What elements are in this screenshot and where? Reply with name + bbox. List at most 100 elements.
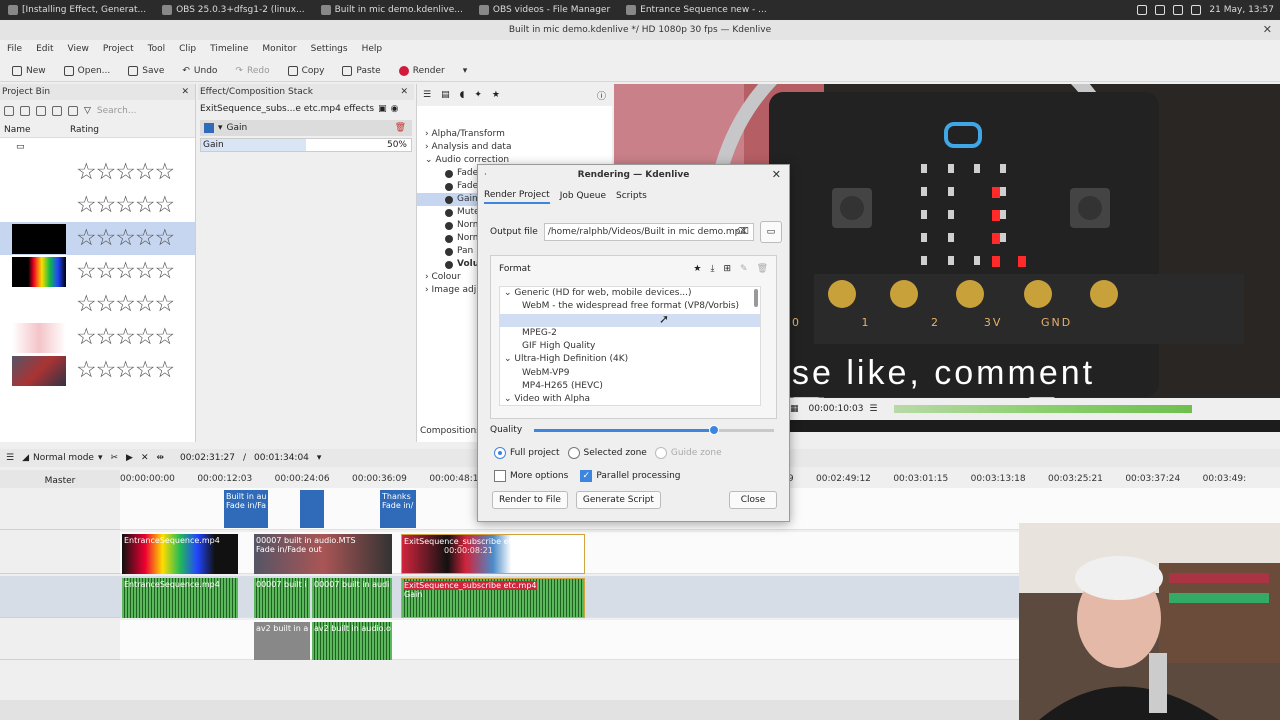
select-tool-icon[interactable]: ▶ xyxy=(126,453,133,463)
add-clip-icon[interactable] xyxy=(36,106,46,116)
track-header-a2[interactable] xyxy=(0,620,120,660)
video-clip[interactable]: 00007 built in audio.MTS Fade in/Fade out xyxy=(254,534,392,574)
video-icon[interactable]: ▤ xyxy=(441,90,450,100)
menu-timeline[interactable]: Timeline xyxy=(203,44,255,54)
timeline-position[interactable]: 00:02:31:27 xyxy=(180,453,235,463)
track-header-v1[interactable] xyxy=(0,532,120,574)
taskbar-item[interactable]: [Installing Effect, Generat... xyxy=(0,0,154,20)
tag-icon[interactable] xyxy=(68,106,78,116)
open-button[interactable]: Open... xyxy=(56,61,119,81)
quality-slider[interactable] xyxy=(534,424,775,435)
rating-stars[interactable]: ☆☆☆☆☆ xyxy=(76,326,175,349)
clear-field-icon[interactable]: ⌫ xyxy=(736,224,749,240)
gain-slider[interactable]: Gain 50% xyxy=(200,138,412,152)
star-icon[interactable]: ★ xyxy=(492,90,500,100)
battery-icon[interactable] xyxy=(1191,5,1202,15)
tab-render-project[interactable]: Render Project xyxy=(484,188,550,204)
chevron-down-icon[interactable]: ▾ xyxy=(218,123,223,133)
master-label[interactable]: Master xyxy=(0,470,120,490)
close-icon[interactable]: ✕ xyxy=(400,84,408,100)
audio-clip[interactable]: 00007 built i xyxy=(254,578,310,618)
menu-file[interactable]: File xyxy=(0,44,29,54)
exit-audio-clip[interactable]: ExitSequence_subscribe etc.mp4 Gain xyxy=(401,578,585,618)
browse-folder-button[interactable]: ▭ xyxy=(759,221,782,243)
spacer-tool-icon[interactable]: ⇹ xyxy=(157,453,165,463)
bin-clip-row[interactable]: ☆☆☆☆☆ xyxy=(0,156,195,189)
rating-stars[interactable]: ☆☆☆☆☆ xyxy=(76,260,175,283)
effect-category[interactable]: › Alpha/Transform xyxy=(417,128,612,141)
parallel-processing-checkbox[interactable]: ✓ Parallel processing xyxy=(580,470,680,482)
tab-compositions[interactable]: Compositions xyxy=(420,426,481,436)
edit-icon[interactable]: ✎ xyxy=(740,264,748,274)
taskbar-item[interactable]: OBS videos - File Manager xyxy=(471,0,618,20)
menu-icon[interactable] xyxy=(4,106,14,116)
menu-tool[interactable]: Tool xyxy=(141,44,172,54)
output-file-field[interactable]: /home/ralphb/Videos/Built in mic demo.mp… xyxy=(543,223,754,241)
monitor-timecode[interactable]: 00:00:10:03 xyxy=(809,404,864,414)
format-item[interactable]: MPEG-2 xyxy=(500,327,760,340)
exit-video-clip[interactable]: ExitSequence_subscribe etc.mp4 00:00:08:2… xyxy=(401,534,585,574)
rating-stars[interactable]: ☆☆☆☆☆ xyxy=(76,359,175,382)
taskbar-item[interactable]: Entrance Sequence new - ... xyxy=(618,0,775,20)
volume-icon[interactable] xyxy=(1173,5,1184,15)
clock[interactable]: 21 May, 13:57 xyxy=(1209,5,1274,15)
taskbar-item[interactable]: OBS 25.0.3+dfsg1-2 (linux... xyxy=(154,0,313,20)
bin-clip-row[interactable]: ☆☆☆☆☆ xyxy=(0,354,195,387)
render-to-file-button[interactable]: Render to File xyxy=(492,491,568,509)
video-clip[interactable]: EntranceSequence.mp4 xyxy=(122,534,238,574)
track-menu-icon[interactable]: ☰ xyxy=(6,453,14,463)
window-close-icon[interactable]: ✕ xyxy=(1263,20,1272,40)
list-icon[interactable]: ☰ xyxy=(423,90,431,100)
format-category[interactable]: ⌄ Video with Alpha xyxy=(500,393,760,405)
compare-icon[interactable]: ▣ xyxy=(378,100,387,118)
bin-clip-row[interactable]: ☆☆☆☆☆ xyxy=(0,288,195,321)
rating-stars[interactable]: ☆☆☆☆☆ xyxy=(76,293,175,316)
format-scrollbar[interactable] xyxy=(754,289,758,307)
chevron-down-icon[interactable]: ▾ xyxy=(463,66,468,76)
effect-gain-header[interactable]: ▾ Gain 🗑 xyxy=(200,120,412,136)
notification-icon[interactable] xyxy=(1137,5,1148,15)
full-project-radio[interactable]: Full project xyxy=(494,447,560,459)
title-clip[interactable]: Built in au Fade in/Fa xyxy=(224,490,268,528)
format-list[interactable]: ⌄ Generic (HD for web, mobile devices...… xyxy=(499,286,761,406)
format-item[interactable]: GIF High Quality xyxy=(500,340,760,353)
custom-icon[interactable]: ✦ xyxy=(474,90,482,100)
bin-clip-row[interactable]: ☆☆☆☆☆ xyxy=(0,189,195,222)
info-icon[interactable]: ⓘ xyxy=(597,89,612,102)
audio-clip[interactable]: 00007 built in audi xyxy=(312,578,392,618)
chevron-down-icon[interactable]: ▾ xyxy=(317,453,322,463)
title-clip[interactable] xyxy=(300,490,324,528)
undo-button[interactable]: ↶ Undo xyxy=(174,61,225,81)
star-icon[interactable]: ★ xyxy=(693,264,701,274)
close-icon[interactable]: ✕ xyxy=(181,84,189,100)
more-options-checkbox[interactable]: More options xyxy=(494,470,568,482)
menu-help[interactable]: Help xyxy=(355,44,390,54)
format-item[interactable]: WebM-VP9 xyxy=(500,367,760,380)
format-item-selected[interactable] xyxy=(500,313,760,327)
delete-effect-icon[interactable]: 🗑 xyxy=(395,123,412,133)
audio-clip[interactable]: av2 built in a xyxy=(254,622,310,660)
rating-stars[interactable]: ☆☆☆☆☆ xyxy=(76,161,175,184)
dialog-menu-icon[interactable]: · xyxy=(484,165,487,185)
tab-scripts[interactable]: Scripts xyxy=(616,189,647,203)
redo-button[interactable]: ↷ Redo xyxy=(227,61,277,81)
edit-mode-select[interactable]: ◢ Normal mode ▾ xyxy=(22,453,102,463)
generate-script-button[interactable]: Generate Script xyxy=(575,491,661,509)
new-profile-icon[interactable]: ⊞ xyxy=(723,264,731,274)
track-header-v2[interactable] xyxy=(0,488,120,530)
bin-folder-row[interactable]: ▭ xyxy=(0,138,195,156)
audio-clip[interactable]: av2 built in audio.o xyxy=(312,622,392,660)
audio-clip[interactable]: EntranceSequence.mp4 xyxy=(122,578,238,618)
eye-icon[interactable]: ◉ xyxy=(391,100,399,118)
menu-edit[interactable]: Edit xyxy=(29,44,60,54)
format-item[interactable]: MP4-H265 (HEVC) xyxy=(500,380,760,393)
column-rating[interactable]: Rating xyxy=(70,125,99,135)
effect-category[interactable]: › Analysis and data xyxy=(417,141,612,154)
bin-clip-row[interactable]: ☆☆☆☆☆ xyxy=(0,255,195,288)
title-clip[interactable]: Thanks Fade in/ xyxy=(380,490,416,528)
quality-slider-handle[interactable] xyxy=(709,424,720,435)
save-button[interactable]: Save xyxy=(120,61,172,81)
network-icon[interactable] xyxy=(1155,5,1166,15)
menu-project[interactable]: Project xyxy=(96,44,141,54)
tab-job-queue[interactable]: Job Queue xyxy=(560,189,606,203)
